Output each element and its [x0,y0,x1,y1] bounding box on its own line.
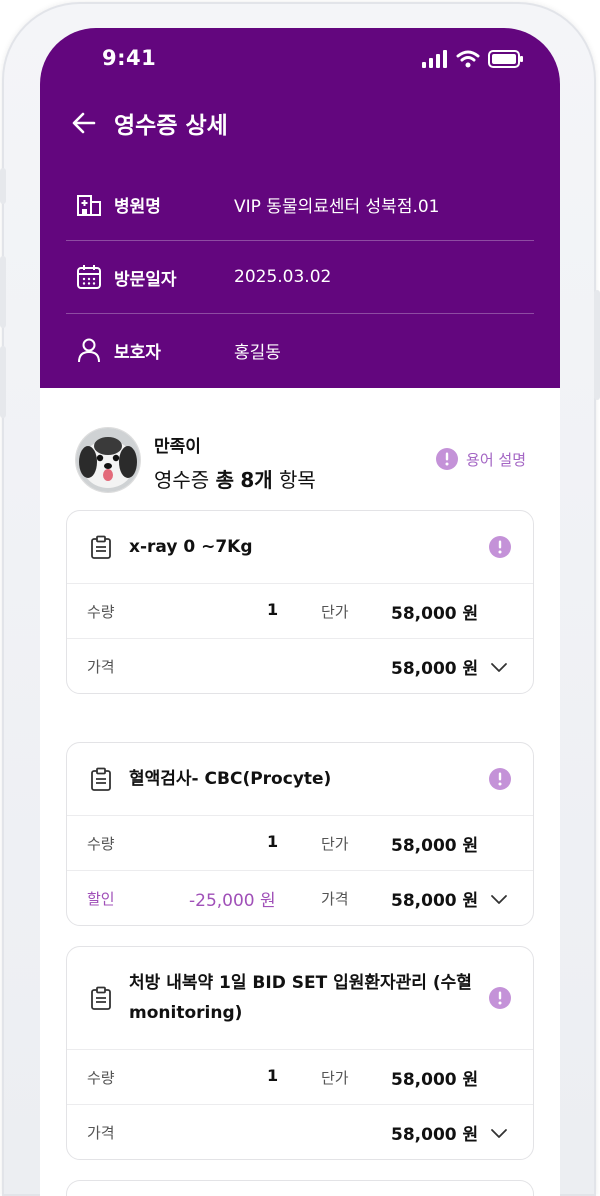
battery-icon [488,50,523,68]
volume-down-button [0,346,6,418]
receipt-count: 영수증 총 8개 항목 [154,464,316,493]
info-circle-icon [436,448,459,470]
visit-date-value: 2025.03.02 [234,267,332,287]
term-button-label: 용어 설명 [466,450,526,469]
receipt-item-card: 처방 내복약 1일 BID SET 입원환자관리 (수혈 monitoring)… [66,946,534,1160]
discount-label: 할인 [87,890,115,908]
unit-price-value: 58,000 원 [391,604,479,624]
guardian-label: 보호자 [114,342,161,363]
item-title: x-ray 0 ~7Kg [129,537,253,557]
dog-photo-icon [76,428,140,492]
hospital-label: 병원명 [114,196,161,217]
discount-value: -25,000 원 [189,891,276,911]
page-title: 영수증 상세 [114,113,228,139]
clipboard-icon [91,535,111,559]
guardian-row: 보호자 홍길동 [66,314,534,386]
unit-price-value: 58,000 원 [391,1070,479,1090]
term-explanation-button[interactable]: 용어 설명 [436,448,526,470]
quantity-value: 1 [267,832,279,851]
item-title: 처방 내복약 1일 BID SET 입원환자관리 (수혈 monitoring) [129,973,472,1023]
person-icon [78,338,100,363]
visit-date-row: 방문일자 2025.03.02 [66,241,534,314]
chevron-down-icon[interactable] [489,889,509,909]
item-header: 혈액검사- CBC(Procyte) [67,743,533,816]
price-value: 58,000 원 [391,659,479,679]
discount-price-row[interactable]: 할인 -25,000 원 가격 58,000 원 [67,871,533,925]
phone-screen: 9:41 영수증 상세 병원명 VIP 동물의료센터 성북점.01 방문일자 2… [40,28,560,1196]
receipt-total-label: 총 [215,468,234,492]
unit-price-value: 58,000 원 [391,836,479,856]
quantity-value: 1 [267,600,279,619]
unit-price-label: 단가 [321,1069,349,1087]
item-title: 혈액검사- CBC(Procyte) [129,769,332,789]
clipboard-icon [91,986,111,1010]
status-bar: 9:41 [40,28,560,88]
info-circle-icon[interactable] [489,536,511,558]
quantity-value: 1 [267,1066,279,1085]
price-label: 가격 [321,890,349,908]
power-button [594,290,600,400]
info-circle-icon[interactable] [489,987,511,1009]
pet-avatar [76,428,140,492]
hospital-building-icon [77,195,101,216]
item-header: x-ray 0 ~7Kg [67,511,533,584]
receipt-item-card: x-ray 0 ~7Kg 수량 1 단가 58,000 원 가격 58,000 … [66,510,534,694]
receipt-count-value: 8개 [240,468,273,492]
quantity-label: 수량 [87,603,115,621]
visit-date-label: 방문일자 [114,269,177,290]
unit-price-label: 단가 [321,603,349,621]
wifi-icon [456,50,480,68]
cellular-signal-icon [422,50,447,68]
clipboard-icon [91,767,111,791]
price-label: 가격 [87,658,115,676]
info-circle-icon[interactable] [489,768,511,790]
receipt-item-card-partial [66,1180,534,1196]
pet-summary: 만족이 영수증 총 8개 항목 용어 설명 [76,426,526,496]
receipt-suffix: 항목 [279,468,316,492]
quantity-label: 수량 [87,835,115,853]
pet-name: 만족이 [154,437,201,457]
receipt-item-card: 혈액검사- CBC(Procyte) 수량 1 단가 58,000 원 할인 -… [66,742,534,926]
price-value: 58,000 원 [391,1125,479,1145]
back-arrow-icon[interactable] [70,109,98,137]
status-icons [422,50,524,68]
status-time: 9:41 [102,46,157,70]
receipt-header: 9:41 영수증 상세 병원명 VIP 동물의료센터 성북점.01 방문일자 2… [40,28,560,388]
hospital-value: VIP 동물의료센터 성북점.01 [234,196,440,217]
calendar-icon [77,265,101,289]
quantity-row: 수량 1 단가 58,000 원 [67,1050,533,1105]
quantity-row: 수량 1 단가 58,000 원 [67,816,533,871]
hospital-row: 병원명 VIP 동물의료센터 성북점.01 [66,168,534,241]
item-header: 처방 내복약 1일 BID SET 입원환자관리 (수혈 monitoring) [67,947,533,1050]
title-row: 영수증 상세 [70,106,228,140]
price-value: 58,000 원 [391,891,479,911]
guardian-value: 홍길동 [234,342,281,363]
quantity-row: 수량 1 단가 58,000 원 [67,584,533,639]
price-row[interactable]: 가격 58,000 원 [67,1105,533,1159]
chevron-down-icon[interactable] [489,1123,509,1143]
price-row[interactable]: 가격 58,000 원 [67,639,533,693]
chevron-down-icon[interactable] [489,657,509,677]
receipt-prefix: 영수증 [154,468,210,492]
mute-switch [0,168,6,204]
price-label: 가격 [87,1124,115,1142]
unit-price-label: 단가 [321,835,349,853]
quantity-label: 수량 [87,1069,115,1087]
volume-up-button [0,256,6,328]
